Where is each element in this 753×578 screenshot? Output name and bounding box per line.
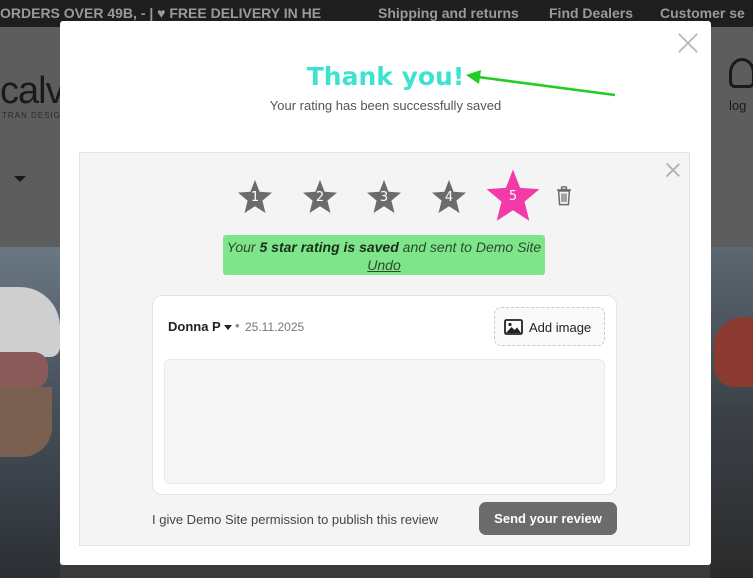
nav-link-shipping[interactable]: Shipping and returns: [378, 5, 519, 21]
review-date: 25.11.2025: [245, 320, 305, 334]
panel-close-icon[interactable]: [666, 163, 680, 177]
star-rating-3[interactable]: 3: [366, 179, 402, 215]
trash-icon[interactable]: [556, 186, 572, 206]
site-logo[interactable]: calv: [0, 70, 65, 113]
rating-saved-banner: Your 5 star rating is saved and sent to …: [223, 235, 545, 275]
star-number: 2: [315, 190, 325, 205]
review-textarea[interactable]: [164, 359, 605, 484]
undo-link[interactable]: Undo: [367, 257, 400, 273]
image-icon: [504, 319, 523, 335]
account-label: log: [729, 98, 747, 113]
promo-text: ORDERS OVER 49Β, - | ♥ FREE DELIVERY IN …: [0, 5, 322, 21]
hero-image-left: [0, 247, 60, 578]
star-number: 4: [444, 190, 454, 205]
modal-title: Thank you!: [306, 62, 465, 91]
permission-text: I give Demo Site permission to publish t…: [152, 512, 439, 527]
star-rating-5-selected[interactable]: 5: [484, 168, 542, 224]
account-link[interactable]: log: [725, 58, 753, 114]
reviewer-dropdown[interactable]: Donna P: [168, 319, 232, 334]
nav-link-customer[interactable]: Customer se: [660, 5, 745, 21]
modal-close-icon[interactable]: [677, 32, 699, 54]
add-image-label: Add image: [529, 320, 592, 335]
reviewer-name: Donna P: [168, 319, 221, 334]
banner-text-1: Your: [226, 239, 260, 255]
banner-text-bold: 5 star rating is saved: [259, 239, 399, 255]
send-review-button[interactable]: Send your review: [479, 502, 617, 535]
user-icon: [729, 58, 753, 88]
menu-chevron-down-icon[interactable]: [14, 176, 26, 182]
banner-text-2: and sent to Demo Site: [398, 239, 542, 255]
chevron-down-icon: [223, 325, 232, 331]
star-rating-4[interactable]: 4: [431, 179, 467, 215]
star-number: 3: [379, 190, 389, 205]
star-rating-2[interactable]: 2: [302, 179, 338, 215]
star-rating-1[interactable]: 1: [237, 179, 273, 215]
modal-subtitle: Your rating has been successfully saved: [269, 98, 502, 113]
nav-link-dealers[interactable]: Find Dealers: [549, 5, 633, 21]
add-image-button[interactable]: Add image: [494, 307, 605, 346]
hero-image-right: [710, 247, 753, 578]
page-footer-strip: [60, 565, 710, 578]
site-logo-tagline: TRAN DESIG: [2, 111, 61, 120]
separator-dot: •: [235, 318, 240, 333]
star-number: 5: [508, 189, 518, 204]
star-number: 1: [250, 190, 260, 205]
